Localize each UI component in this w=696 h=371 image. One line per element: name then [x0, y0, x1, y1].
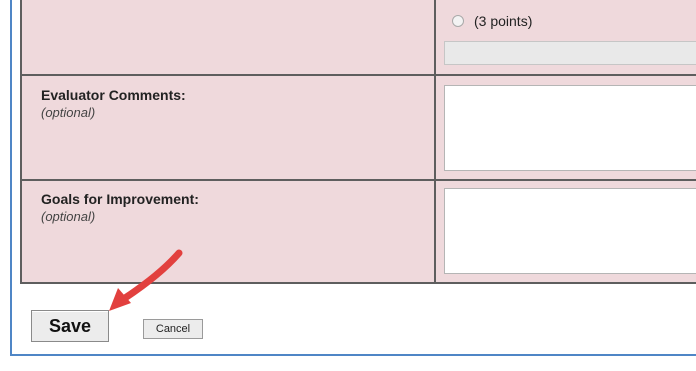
annotation-arrow-icon: [109, 249, 183, 311]
